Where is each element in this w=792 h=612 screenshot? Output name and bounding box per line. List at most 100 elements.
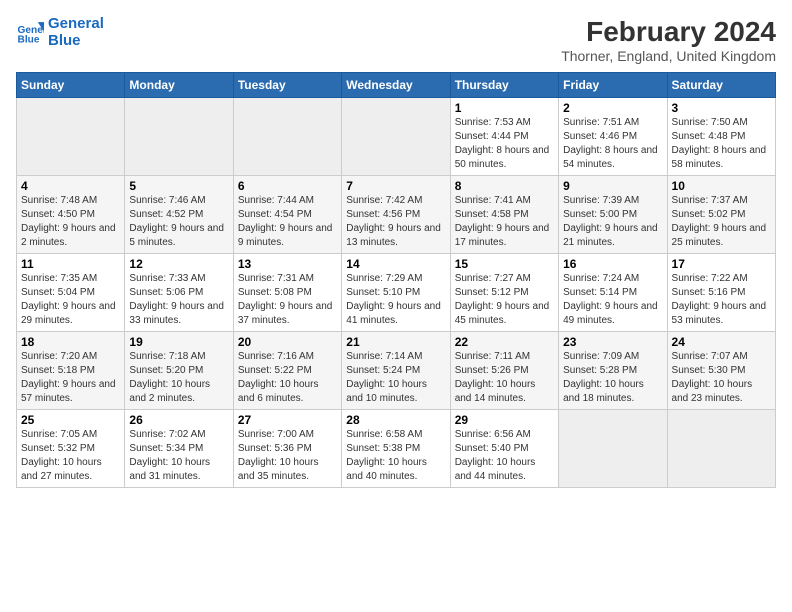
calendar-cell: 26Sunrise: 7:02 AM Sunset: 5:34 PM Dayli…: [125, 410, 233, 488]
calendar-cell: 14Sunrise: 7:29 AM Sunset: 5:10 PM Dayli…: [342, 254, 450, 332]
calendar-cell: 16Sunrise: 7:24 AM Sunset: 5:14 PM Dayli…: [559, 254, 667, 332]
day-info: Sunrise: 7:51 AM Sunset: 4:46 PM Dayligh…: [563, 116, 662, 172]
day-info: Sunrise: 7:09 AM Sunset: 5:28 PM Dayligh…: [563, 350, 662, 406]
day-number: 13: [238, 257, 337, 271]
day-info: Sunrise: 7:42 AM Sunset: 4:56 PM Dayligh…: [346, 194, 445, 250]
day-header-sunday: Sunday: [17, 73, 125, 98]
calendar-week-row: 11Sunrise: 7:35 AM Sunset: 5:04 PM Dayli…: [17, 254, 776, 332]
day-info: Sunrise: 7:50 AM Sunset: 4:48 PM Dayligh…: [672, 116, 771, 172]
logo-general: General: [48, 15, 104, 32]
day-number: 3: [672, 101, 771, 115]
day-info: Sunrise: 7:14 AM Sunset: 5:24 PM Dayligh…: [346, 350, 445, 406]
calendar-cell: 29Sunrise: 6:56 AM Sunset: 5:40 PM Dayli…: [450, 410, 558, 488]
day-number: 17: [672, 257, 771, 271]
calendar-cell: [559, 410, 667, 488]
day-number: 25: [21, 413, 120, 427]
day-info: Sunrise: 7:27 AM Sunset: 5:12 PM Dayligh…: [455, 272, 554, 328]
day-number: 28: [346, 413, 445, 427]
calendar-cell: 7Sunrise: 7:42 AM Sunset: 4:56 PM Daylig…: [342, 176, 450, 254]
day-number: 27: [238, 413, 337, 427]
calendar-cell: 5Sunrise: 7:46 AM Sunset: 4:52 PM Daylig…: [125, 176, 233, 254]
day-number: 9: [563, 179, 662, 193]
day-info: Sunrise: 7:07 AM Sunset: 5:30 PM Dayligh…: [672, 350, 771, 406]
logo-icon: General Blue: [16, 19, 44, 47]
calendar-cell: 4Sunrise: 7:48 AM Sunset: 4:50 PM Daylig…: [17, 176, 125, 254]
calendar-cell: 10Sunrise: 7:37 AM Sunset: 5:02 PM Dayli…: [667, 176, 775, 254]
day-number: 18: [21, 335, 120, 349]
day-number: 5: [129, 179, 228, 193]
day-info: Sunrise: 6:56 AM Sunset: 5:40 PM Dayligh…: [455, 428, 554, 484]
day-info: Sunrise: 7:22 AM Sunset: 5:16 PM Dayligh…: [672, 272, 771, 328]
calendar-cell: 22Sunrise: 7:11 AM Sunset: 5:26 PM Dayli…: [450, 332, 558, 410]
day-number: 21: [346, 335, 445, 349]
calendar-cell: 13Sunrise: 7:31 AM Sunset: 5:08 PM Dayli…: [233, 254, 341, 332]
calendar-week-row: 18Sunrise: 7:20 AM Sunset: 5:18 PM Dayli…: [17, 332, 776, 410]
title-block: February 2024 Thorner, England, United K…: [561, 16, 776, 64]
calendar-cell: 11Sunrise: 7:35 AM Sunset: 5:04 PM Dayli…: [17, 254, 125, 332]
day-info: Sunrise: 7:24 AM Sunset: 5:14 PM Dayligh…: [563, 272, 662, 328]
day-number: 6: [238, 179, 337, 193]
day-number: 1: [455, 101, 554, 115]
day-info: Sunrise: 6:58 AM Sunset: 5:38 PM Dayligh…: [346, 428, 445, 484]
day-info: Sunrise: 7:29 AM Sunset: 5:10 PM Dayligh…: [346, 272, 445, 328]
day-number: 22: [455, 335, 554, 349]
calendar-cell: 17Sunrise: 7:22 AM Sunset: 5:16 PM Dayli…: [667, 254, 775, 332]
day-info: Sunrise: 7:44 AM Sunset: 4:54 PM Dayligh…: [238, 194, 337, 250]
day-info: Sunrise: 7:46 AM Sunset: 4:52 PM Dayligh…: [129, 194, 228, 250]
day-info: Sunrise: 7:00 AM Sunset: 5:36 PM Dayligh…: [238, 428, 337, 484]
day-number: 12: [129, 257, 228, 271]
day-header-wednesday: Wednesday: [342, 73, 450, 98]
calendar-cell: 3Sunrise: 7:50 AM Sunset: 4:48 PM Daylig…: [667, 98, 775, 176]
day-number: 8: [455, 179, 554, 193]
day-info: Sunrise: 7:41 AM Sunset: 4:58 PM Dayligh…: [455, 194, 554, 250]
day-number: 14: [346, 257, 445, 271]
calendar-cell: 25Sunrise: 7:05 AM Sunset: 5:32 PM Dayli…: [17, 410, 125, 488]
calendar-cell: [342, 98, 450, 176]
calendar-cell: 1Sunrise: 7:53 AM Sunset: 4:44 PM Daylig…: [450, 98, 558, 176]
logo-blue: Blue: [48, 32, 81, 49]
calendar-cell: 21Sunrise: 7:14 AM Sunset: 5:24 PM Dayli…: [342, 332, 450, 410]
calendar-cell: 6Sunrise: 7:44 AM Sunset: 4:54 PM Daylig…: [233, 176, 341, 254]
calendar-cell: 24Sunrise: 7:07 AM Sunset: 5:30 PM Dayli…: [667, 332, 775, 410]
calendar-cell: 19Sunrise: 7:18 AM Sunset: 5:20 PM Dayli…: [125, 332, 233, 410]
day-number: 2: [563, 101, 662, 115]
calendar-cell: [125, 98, 233, 176]
day-info: Sunrise: 7:20 AM Sunset: 5:18 PM Dayligh…: [21, 350, 120, 406]
calendar-week-row: 4Sunrise: 7:48 AM Sunset: 4:50 PM Daylig…: [17, 176, 776, 254]
day-number: 24: [672, 335, 771, 349]
calendar-cell: [17, 98, 125, 176]
day-header-friday: Friday: [559, 73, 667, 98]
day-number: 16: [563, 257, 662, 271]
calendar-cell: 20Sunrise: 7:16 AM Sunset: 5:22 PM Dayli…: [233, 332, 341, 410]
calendar-cell: [667, 410, 775, 488]
day-info: Sunrise: 7:02 AM Sunset: 5:34 PM Dayligh…: [129, 428, 228, 484]
logo: General Blue General Blue: [16, 16, 104, 49]
page-title: February 2024: [561, 16, 776, 48]
day-info: Sunrise: 7:33 AM Sunset: 5:06 PM Dayligh…: [129, 272, 228, 328]
day-header-saturday: Saturday: [667, 73, 775, 98]
day-info: Sunrise: 7:39 AM Sunset: 5:00 PM Dayligh…: [563, 194, 662, 250]
day-number: 26: [129, 413, 228, 427]
day-info: Sunrise: 7:18 AM Sunset: 5:20 PM Dayligh…: [129, 350, 228, 406]
day-info: Sunrise: 7:31 AM Sunset: 5:08 PM Dayligh…: [238, 272, 337, 328]
day-info: Sunrise: 7:05 AM Sunset: 5:32 PM Dayligh…: [21, 428, 120, 484]
calendar-cell: 28Sunrise: 6:58 AM Sunset: 5:38 PM Dayli…: [342, 410, 450, 488]
day-info: Sunrise: 7:53 AM Sunset: 4:44 PM Dayligh…: [455, 116, 554, 172]
calendar-cell: 27Sunrise: 7:00 AM Sunset: 5:36 PM Dayli…: [233, 410, 341, 488]
day-info: Sunrise: 7:48 AM Sunset: 4:50 PM Dayligh…: [21, 194, 120, 250]
calendar-cell: 12Sunrise: 7:33 AM Sunset: 5:06 PM Dayli…: [125, 254, 233, 332]
calendar-cell: 23Sunrise: 7:09 AM Sunset: 5:28 PM Dayli…: [559, 332, 667, 410]
day-header-thursday: Thursday: [450, 73, 558, 98]
calendar-week-row: 1Sunrise: 7:53 AM Sunset: 4:44 PM Daylig…: [17, 98, 776, 176]
calendar-cell: 15Sunrise: 7:27 AM Sunset: 5:12 PM Dayli…: [450, 254, 558, 332]
day-number: 29: [455, 413, 554, 427]
day-info: Sunrise: 7:16 AM Sunset: 5:22 PM Dayligh…: [238, 350, 337, 406]
calendar-header-row: SundayMondayTuesdayWednesdayThursdayFrid…: [17, 73, 776, 98]
calendar-cell: 8Sunrise: 7:41 AM Sunset: 4:58 PM Daylig…: [450, 176, 558, 254]
calendar-cell: 18Sunrise: 7:20 AM Sunset: 5:18 PM Dayli…: [17, 332, 125, 410]
day-number: 23: [563, 335, 662, 349]
calendar-table: SundayMondayTuesdayWednesdayThursdayFrid…: [16, 72, 776, 488]
calendar-cell: [233, 98, 341, 176]
calendar-week-row: 25Sunrise: 7:05 AM Sunset: 5:32 PM Dayli…: [17, 410, 776, 488]
day-info: Sunrise: 7:11 AM Sunset: 5:26 PM Dayligh…: [455, 350, 554, 406]
